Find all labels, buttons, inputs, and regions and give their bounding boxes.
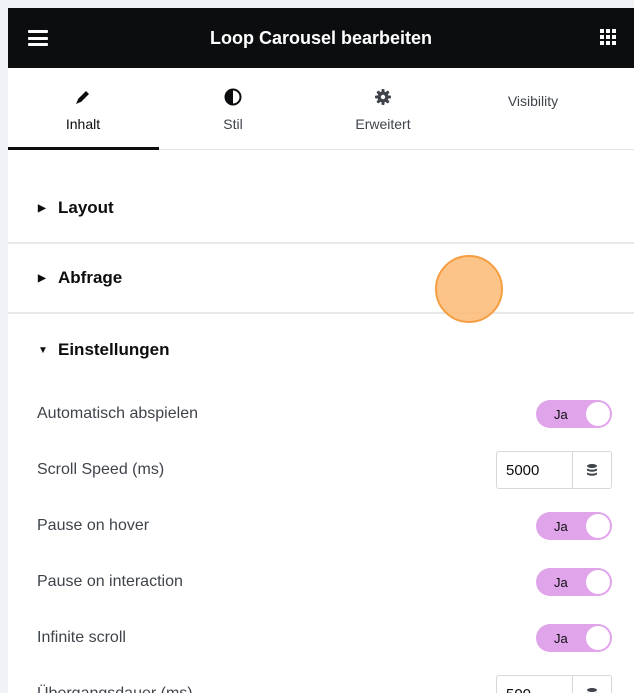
transition-field[interactable]: 500 (496, 675, 612, 693)
dynamic-tags-icon[interactable] (573, 452, 611, 488)
tab-stil[interactable]: Stil (158, 68, 308, 149)
pencil-icon (74, 86, 92, 108)
toggle-knob (586, 402, 610, 426)
tab-label: Inhalt (65, 115, 101, 132)
caret-down-icon: ▼ (38, 344, 48, 356)
tab-label: Stil (223, 115, 243, 132)
toggle-knob (586, 514, 610, 538)
pause-interaction-toggle[interactable]: Ja (536, 568, 612, 596)
section-title: Layout (58, 198, 114, 217)
tab-visibility[interactable]: Visibility (458, 68, 608, 149)
toggle-label: Ja (554, 406, 568, 422)
caret-right-icon: ▶ (38, 202, 46, 214)
setting-label: Übergangsdauer (ms) (37, 685, 193, 693)
panel-title: Loop Carousel bearbeiten (209, 27, 433, 48)
toggle-label: Ja (554, 630, 568, 646)
setting-transition: Übergangsdauer (ms) 500 (8, 666, 634, 693)
section-query[interactable]: ▶ Abfrage (8, 244, 634, 314)
tab-bar: Inhalt Stil Erweitert Visibility (8, 68, 634, 150)
section-layout[interactable]: ▶ Layout (8, 174, 634, 244)
section-title: Abfrage (58, 268, 123, 287)
setting-pause-hover: Pause on hover Ja (8, 498, 634, 554)
setting-label: Scroll Speed (ms) (37, 461, 165, 478)
editor-panel: Loop Carousel bearbeiten Inhalt Stil Erw… (8, 8, 634, 693)
setting-label: Automatisch abspielen (37, 405, 198, 422)
transition-input[interactable]: 500 (497, 676, 573, 693)
setting-scroll-speed: Scroll Speed (ms) 5000 (8, 442, 634, 498)
setting-infinite: Infinite scroll Ja (8, 610, 634, 666)
toggle-label: Ja (554, 518, 568, 534)
tab-inhalt[interactable]: Inhalt (8, 68, 159, 150)
toggle-label: Ja (554, 574, 568, 590)
autoplay-toggle[interactable]: Ja (536, 400, 612, 428)
setting-label: Infinite scroll (37, 629, 126, 646)
toggle-knob (586, 570, 610, 594)
pause-hover-toggle[interactable]: Ja (536, 512, 612, 540)
section-title: Einstellungen (58, 340, 170, 359)
caret-right-icon: ▶ (38, 272, 46, 284)
half-circle-icon (224, 86, 242, 108)
setting-label: Pause on interaction (37, 573, 183, 590)
section-settings[interactable]: ▼ Einstellungen (8, 314, 634, 386)
tab-label: Visibility (507, 92, 559, 109)
scroll-speed-field[interactable]: 5000 (496, 451, 612, 489)
setting-label: Pause on hover (37, 517, 150, 534)
grid-icon[interactable] (600, 29, 618, 47)
gear-icon (374, 86, 392, 108)
infinite-toggle[interactable]: Ja (536, 624, 612, 652)
setting-pause-interaction: Pause on interaction Ja (8, 554, 634, 610)
tab-erweitert[interactable]: Erweitert (308, 68, 458, 149)
setting-autoplay: Automatisch abspielen Ja (8, 386, 634, 442)
click-indicator (435, 255, 503, 323)
toggle-knob (586, 626, 610, 650)
dynamic-tags-icon[interactable] (573, 676, 611, 693)
tab-label: Erweitert (355, 115, 411, 132)
top-bar: Loop Carousel bearbeiten (8, 8, 634, 68)
scroll-speed-input[interactable]: 5000 (497, 452, 573, 488)
